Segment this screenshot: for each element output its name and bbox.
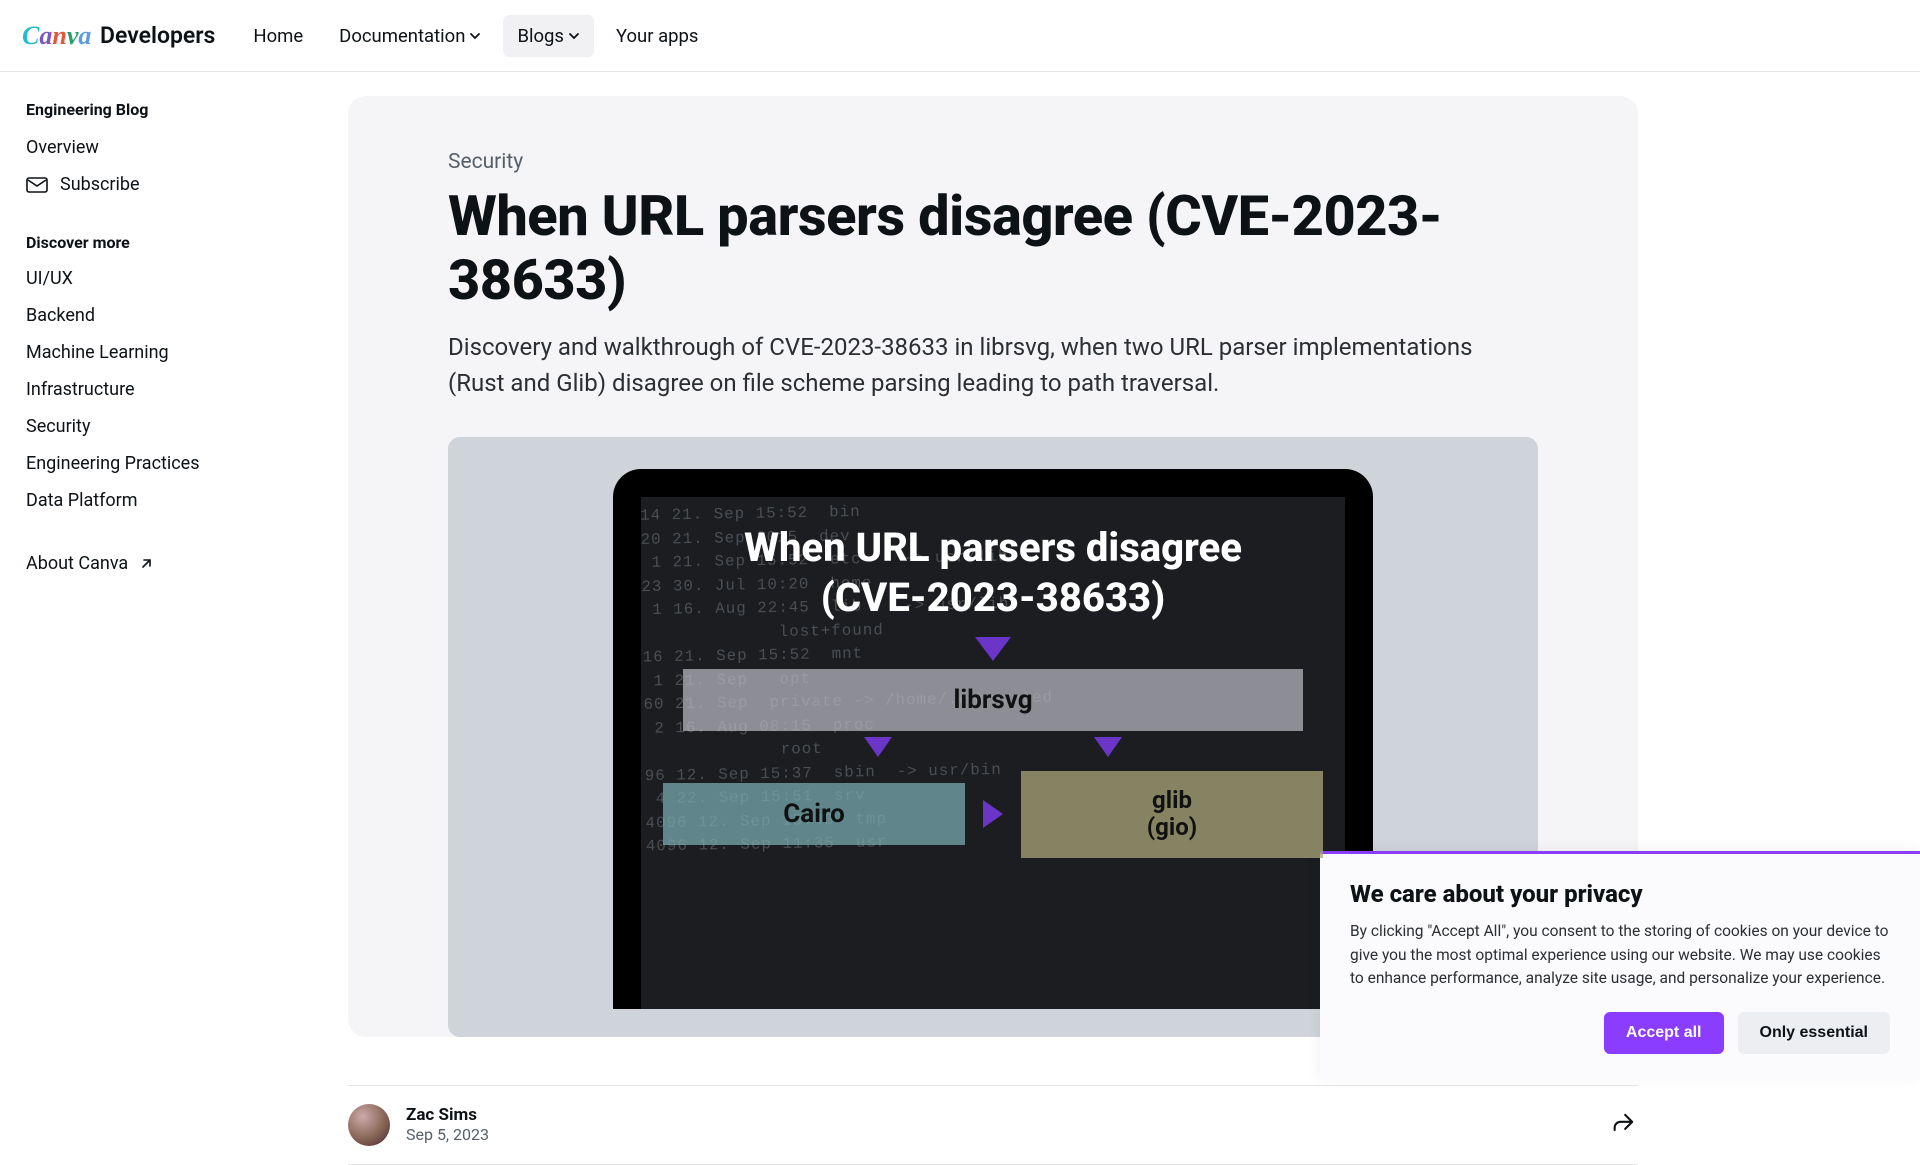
hero-box-glib: glib (gio) bbox=[1021, 771, 1323, 858]
chevron-down-icon bbox=[469, 30, 481, 42]
author-avatar bbox=[348, 1104, 390, 1146]
cookie-title: We care about your privacy bbox=[1350, 880, 1890, 908]
sidebar-cat-uiux[interactable]: UI/UX bbox=[26, 260, 314, 297]
only-essential-button[interactable]: Only essential bbox=[1738, 1012, 1891, 1054]
sidebar-cat-infrastructure[interactable]: Infrastructure bbox=[26, 371, 314, 408]
chevron-down-icon bbox=[568, 30, 580, 42]
share-button[interactable] bbox=[1610, 1109, 1638, 1141]
hero-headline-l1: When URL parsers disagree bbox=[744, 524, 1242, 571]
nav-home-label: Home bbox=[253, 25, 303, 47]
nav-documentation-label: Documentation bbox=[339, 25, 465, 47]
hero-headline: When URL parsers disagree (CVE-2023-3863… bbox=[663, 523, 1323, 623]
sidebar-about-canva[interactable]: About Canva bbox=[26, 545, 314, 582]
mail-icon bbox=[26, 177, 48, 193]
laptop-frame: 14 21. Sep 15:52 bin 20 21. Sep 2015 dev… bbox=[613, 469, 1373, 1009]
cookie-text: By clicking "Accept All", you consent to… bbox=[1350, 920, 1890, 990]
nav-home[interactable]: Home bbox=[239, 15, 317, 57]
nav-your-apps[interactable]: Your apps bbox=[602, 15, 713, 57]
article-category: Security bbox=[448, 150, 1538, 174]
sidebar-subscribe[interactable]: Subscribe bbox=[26, 166, 314, 203]
article-title: When URL parsers disagree (CVE-2023-3863… bbox=[448, 184, 1538, 313]
author-block: Zac Sims Sep 5, 2023 bbox=[348, 1104, 489, 1146]
arrow-down-icon bbox=[1094, 737, 1122, 757]
hero-box-librsvg: librsvg bbox=[683, 669, 1303, 731]
sidebar-cat-backend[interactable]: Backend bbox=[26, 297, 314, 334]
sidebar-subscribe-label: Subscribe bbox=[60, 174, 140, 195]
publish-date: Sep 5, 2023 bbox=[406, 1125, 489, 1144]
sidebar-about-label: About Canva bbox=[26, 553, 128, 574]
arrow-right-icon bbox=[983, 800, 1003, 828]
cookie-banner: We care about your privacy By clicking "… bbox=[1320, 851, 1920, 1080]
sidebar-item-label: Engineering Practices bbox=[26, 453, 200, 474]
sidebar-discover-heading: Discover more bbox=[26, 233, 314, 252]
external-link-icon bbox=[140, 558, 152, 570]
sidebar-cat-security[interactable]: Security bbox=[26, 408, 314, 445]
accept-all-button[interactable]: Accept all bbox=[1604, 1012, 1724, 1054]
sidebar-heading: Engineering Blog bbox=[26, 100, 314, 119]
sidebar-item-label: Backend bbox=[26, 305, 95, 326]
logo[interactable]: Canva Developers bbox=[22, 22, 215, 50]
sidebar-overview-label: Overview bbox=[26, 137, 99, 158]
sidebar-cat-ml[interactable]: Machine Learning bbox=[26, 334, 314, 371]
sidebar-overview[interactable]: Overview bbox=[26, 129, 314, 166]
hero-box-cairo: Cairo bbox=[663, 783, 965, 845]
sidebar-item-label: Machine Learning bbox=[26, 342, 169, 363]
sidebar-item-label: Security bbox=[26, 416, 90, 437]
hero-box-glib-l2: (gio) bbox=[1147, 813, 1197, 841]
hero-headline-l2: (CVE-2023-38633) bbox=[821, 574, 1165, 621]
top-nav: Canva Developers Home Documentation Blog… bbox=[0, 0, 1920, 72]
sidebar-cat-data-platform[interactable]: Data Platform bbox=[26, 482, 314, 519]
sidebar-item-label: Infrastructure bbox=[26, 379, 135, 400]
article-meta: Zac Sims Sep 5, 2023 bbox=[348, 1085, 1638, 1165]
author-name: Zac Sims bbox=[406, 1105, 489, 1125]
logo-suffix: Developers bbox=[100, 22, 215, 49]
laptop-screen: 14 21. Sep 15:52 bin 20 21. Sep 2015 dev… bbox=[641, 497, 1345, 1009]
svg-text:Canva: Canva bbox=[22, 22, 91, 50]
nav-documentation[interactable]: Documentation bbox=[325, 15, 495, 57]
arrow-down-icon bbox=[864, 737, 892, 757]
nav-blogs[interactable]: Blogs bbox=[503, 15, 594, 57]
sidebar-cat-eng-practices[interactable]: Engineering Practices bbox=[26, 445, 314, 482]
nav-your-apps-label: Your apps bbox=[616, 25, 699, 47]
arrow-down-icon bbox=[975, 637, 1011, 661]
hero-box-glib-l1: glib bbox=[1152, 786, 1192, 814]
sidebar-item-label: Data Platform bbox=[26, 490, 138, 511]
share-icon bbox=[1610, 1109, 1638, 1137]
article-excerpt: Discovery and walkthrough of CVE-2023-38… bbox=[448, 329, 1508, 401]
canva-logo-icon: Canva bbox=[22, 22, 94, 50]
nav-blogs-label: Blogs bbox=[517, 25, 564, 47]
sidebar: Engineering Blog Overview Subscribe Disc… bbox=[0, 72, 340, 1080]
sidebar-item-label: UI/UX bbox=[26, 268, 73, 289]
